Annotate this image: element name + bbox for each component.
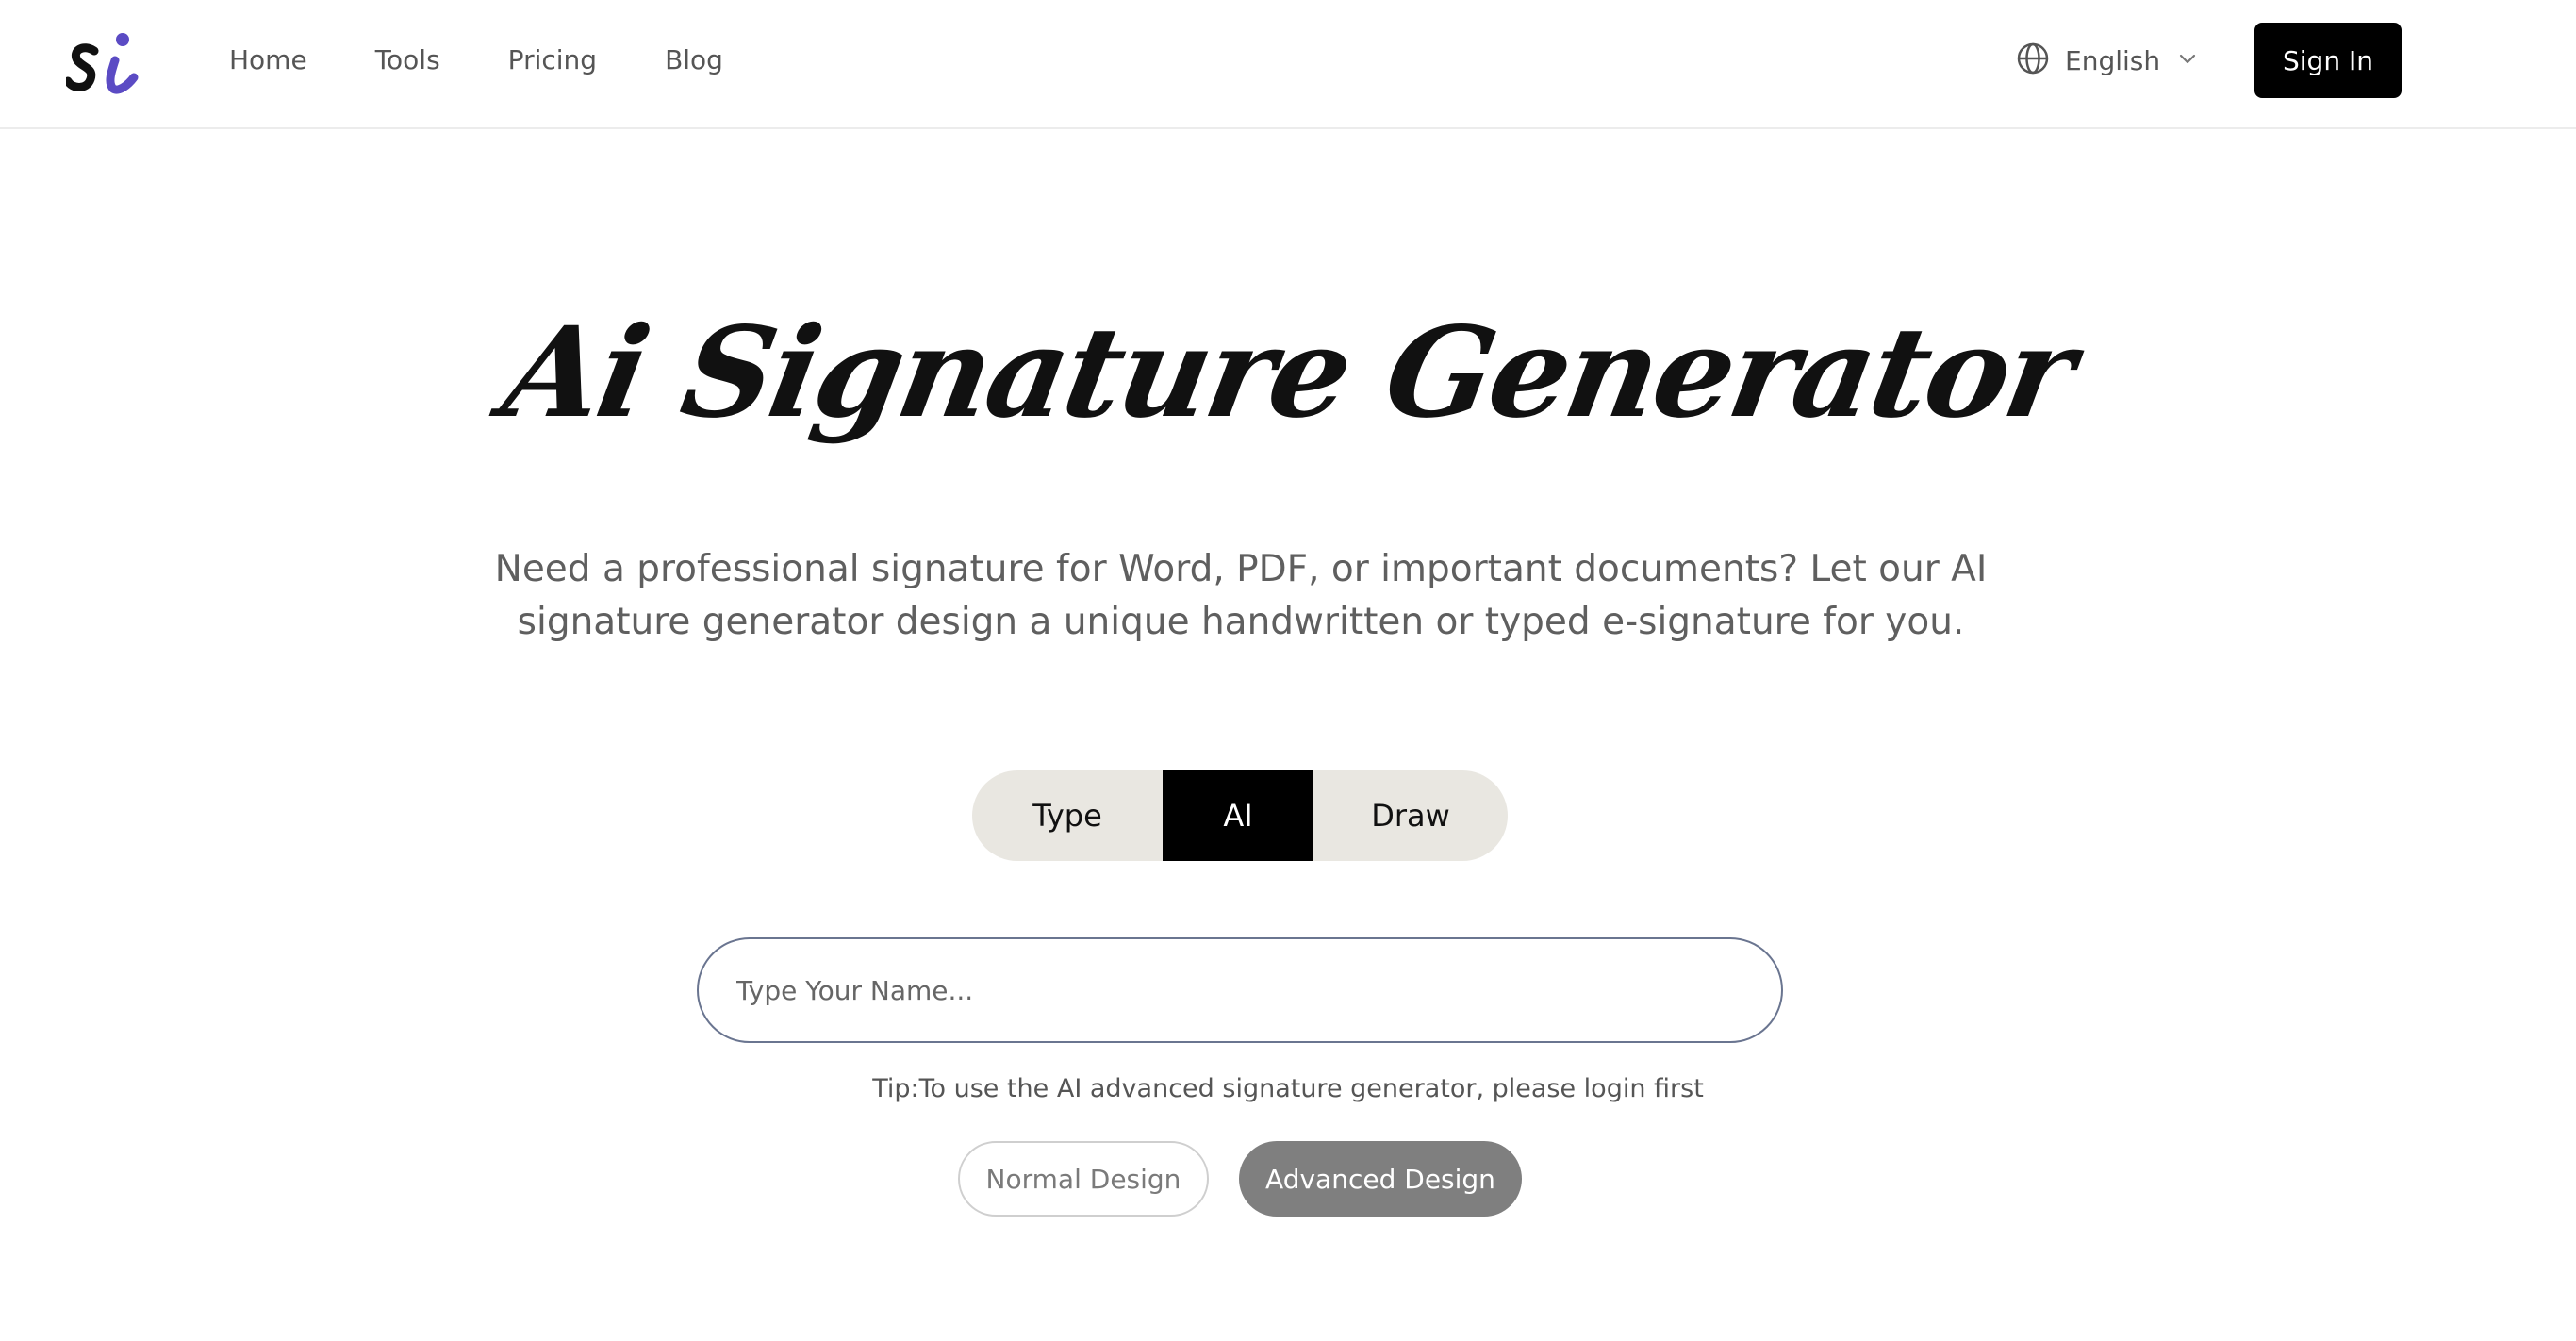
page-title: Ai Signature Generator	[493, 300, 2084, 446]
mode-toggle: Type AI Draw	[972, 770, 1508, 861]
chevron-down-icon	[2177, 48, 2198, 74]
language-selector[interactable]: English	[2016, 38, 2198, 83]
login-tip: Tip:To use the AI advanced signature gen…	[872, 1074, 1704, 1103]
tab-draw[interactable]: Draw	[1313, 770, 1508, 861]
main-nav: Home Tools Pricing Blog	[229, 0, 791, 120]
nav-home[interactable]: Home	[229, 44, 307, 75]
advanced-design-button[interactable]: Advanced Design	[1239, 1141, 1522, 1217]
nav-pricing[interactable]: Pricing	[508, 44, 597, 75]
name-input[interactable]	[697, 937, 1783, 1043]
si-logo-icon[interactable]	[63, 23, 151, 98]
language-label: English	[2065, 44, 2161, 76]
nav-tools[interactable]: Tools	[375, 44, 440, 75]
page-subtitle: Need a professional signature for Word, …	[494, 548, 1988, 643]
site-header: Home Tools Pricing Blog English Sign In	[0, 0, 2576, 129]
tab-type[interactable]: Type	[972, 770, 1163, 861]
tab-ai[interactable]: AI	[1163, 770, 1313, 861]
sign-in-button[interactable]: Sign In	[2254, 23, 2402, 98]
globe-icon	[2016, 41, 2050, 80]
nav-blog[interactable]: Blog	[665, 44, 723, 75]
normal-design-button[interactable]: Normal Design	[958, 1141, 1209, 1217]
